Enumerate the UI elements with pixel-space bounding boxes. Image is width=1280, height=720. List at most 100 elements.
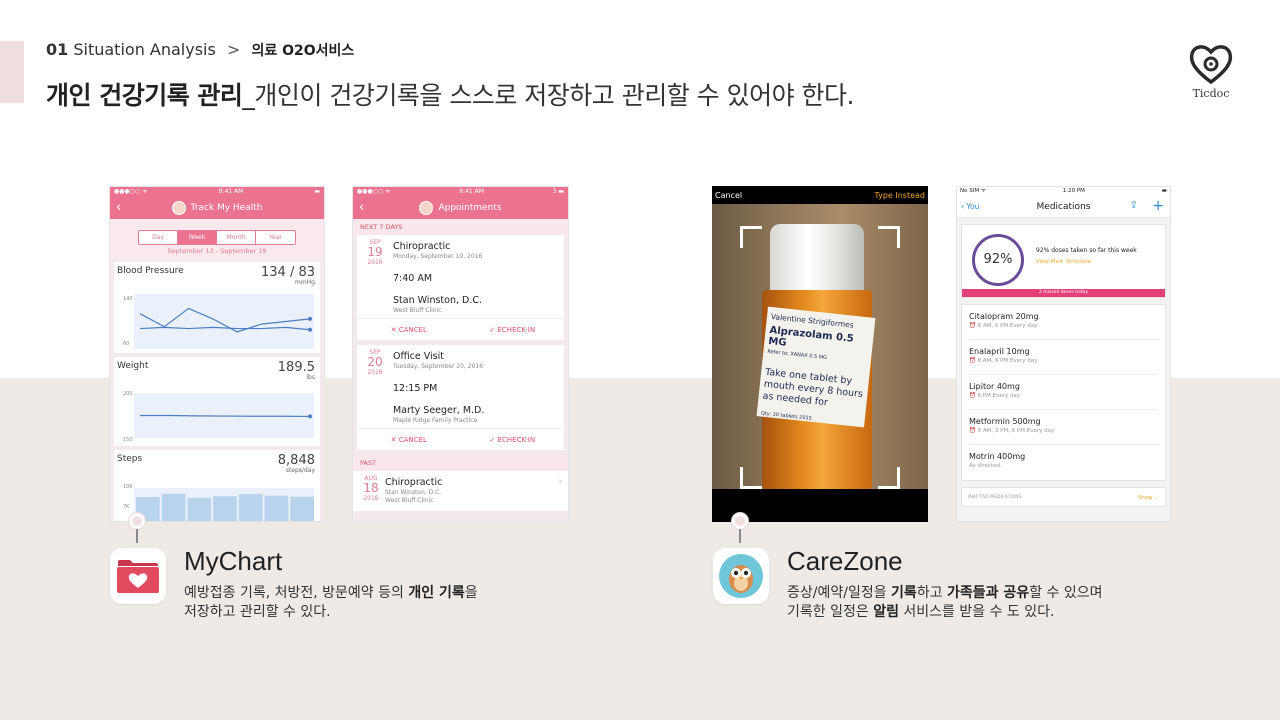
appointment-title: Office Visit — [393, 351, 444, 362]
nav-bar: ‹ You Medications ⇪ + — [957, 196, 1170, 218]
alarm-clock-icon: ⏰ — [969, 393, 978, 399]
date-day: 18 — [363, 481, 379, 495]
segment-day[interactable]: Day — [139, 231, 178, 244]
date-year: 2016 — [367, 369, 383, 376]
subsection-title: 의료 O2O서비스 — [251, 43, 355, 59]
steps-bar — [161, 493, 186, 521]
checkin-label: ECHECK-IN — [497, 326, 536, 334]
card-title: Steps — [117, 454, 143, 464]
cancel-button[interactable]: ✕ CANCEL — [357, 319, 461, 340]
date-year: 2016 — [363, 495, 379, 502]
card-title: Blood Pressure — [117, 266, 184, 276]
desc-text: 저장하고 관리할 수 있다. — [184, 604, 331, 620]
inactive-medications-row[interactable]: INACTIVE MEDICATIONS Show ⌄ — [961, 487, 1166, 507]
weight-card[interactable]: Weight 189.5 lbs 200 150 — [114, 357, 320, 446]
type-instead-button[interactable]: Type Instead — [874, 191, 925, 200]
share-icon[interactable]: ⇪ — [1130, 200, 1138, 211]
weight-line-endpoint — [308, 414, 312, 419]
desc-bold: 개인 기록 — [408, 585, 465, 601]
axis-label: 60 — [123, 341, 130, 347]
add-icon[interactable]: + — [1152, 198, 1164, 214]
back-chevron-icon[interactable]: ‹ — [359, 200, 364, 215]
carezone-app-description: 증상/예약/일정을 기록하고 가족들과 공유할 수 있으며 기록한 일정은 알림… — [787, 584, 1103, 622]
medication-list: Citalopram 20mg ⏰ 8 AM, 6 PM Every day E… — [961, 304, 1166, 481]
label-instructions: Take one tablet by mouth every 8 hours a… — [762, 366, 864, 409]
status-time: 9:41 AM — [218, 188, 244, 195]
weight-line — [140, 414, 311, 418]
back-chevron-icon[interactable]: ‹ — [116, 200, 121, 215]
medication-name: Citalopram 20mg — [969, 312, 1039, 321]
medication-schedule: 8 AM, 6 PM Every day — [977, 358, 1038, 364]
carezone-medications-screenshot: No SIM ᯤ 1:20 PM ▬ ‹ You Medications ⇪ +… — [956, 186, 1171, 522]
medication-item[interactable]: Lipitor 40mg ⏰ 6 PM Every day — [969, 375, 1158, 410]
mychart-app-description: 예방접종 기록, 처방전, 방문예약 등의 개인 기록을 저장하고 관리할 수 … — [184, 584, 478, 622]
medication-name: Enalapril 10mg — [969, 347, 1030, 356]
section-header-past: PAST — [353, 455, 568, 471]
appointment-location: Maple Ridge Family Practice — [393, 417, 478, 424]
echeckin-button[interactable]: ✓ ECHECK-IN — [461, 319, 565, 340]
steps-bar — [290, 496, 314, 521]
past-appointment-item[interactable]: AUG 18 2016 Chiropractic Stan Winston, D… — [353, 471, 568, 511]
schedule-link[interactable]: Schedule — [1066, 259, 1091, 265]
status-bar: No SIM ᯤ 1:20 PM ▬ — [957, 187, 1170, 196]
steps-bar — [238, 494, 263, 521]
appointment-item[interactable]: SEP 19 2016 Chiropractic Monday, Septemb… — [357, 235, 564, 341]
label-quantity: Qty: 30 tablets 2015 — [760, 410, 813, 422]
appointment-actions: ✕ CANCEL ✓ ECHECK-IN — [357, 318, 564, 340]
steps-bar-chart — [136, 493, 314, 521]
date-range: September 13 - September 19 — [110, 247, 324, 258]
appointment-doctor: Stan Winston, D.C. — [393, 295, 482, 306]
bp-line-chart — [139, 307, 312, 333]
segment-year[interactable]: Year — [256, 231, 295, 244]
connector-line — [739, 529, 741, 543]
dose-links: View Med Schedule — [1036, 259, 1091, 265]
medication-item[interactable]: Metformin 500mg ⏰ 8 AM, 3 PM, 6 PM Every… — [969, 410, 1158, 445]
breadcrumb: 01 Situation Analysis > 의료 O2O서비스 — [46, 40, 354, 60]
desc-text: 예방접종 기록, 처방전, 방문예약 등의 — [184, 585, 409, 601]
section-header-next: NEXT 7 DAYS — [353, 219, 568, 235]
carezone-app-icon — [713, 548, 769, 604]
appointment-title: Chiropractic — [393, 241, 451, 252]
medication-item[interactable]: Citalopram 20mg ⏰ 8 AM, 6 PM Every day — [969, 305, 1158, 340]
folder-heart-icon — [117, 560, 159, 593]
appointment-date: SEP 20 2016 — [365, 349, 385, 376]
appointment-doctor: Marty Seeger, M.D. — [393, 405, 485, 416]
checkin-icon: ✓ — [489, 436, 498, 444]
header-accent-bar — [0, 41, 24, 103]
bottle-body: Valentine Strigiformes Alprazolam 0.5 MG… — [756, 290, 876, 489]
medication-schedule: As directed. — [969, 463, 1002, 469]
show-label: Show — [1137, 495, 1153, 501]
status-time: 1:20 PM — [1062, 188, 1085, 194]
appointment-subtitle: Stan Winston, D.C. West Bluff Clinic — [385, 489, 441, 505]
medication-name: Motrin 400mg — [969, 452, 1026, 461]
appointment-location: West Bluff Clinic — [385, 497, 434, 504]
desc-text: 할 수 있으며 — [1029, 585, 1103, 601]
owl-icon — [719, 554, 763, 598]
cancel-button[interactable]: ✕ CANCEL — [357, 429, 461, 450]
date-day: 19 — [367, 245, 383, 259]
status-time: 9:41 AM — [459, 188, 484, 195]
echeckin-button[interactable]: ✓ ECHECK-IN — [461, 429, 565, 450]
medication-name: Lipitor 40mg — [969, 382, 1020, 391]
view-med-link[interactable]: View Med — [1036, 259, 1062, 265]
steps-card[interactable]: Steps 8,848 steps/day 10K 7K — [114, 450, 320, 521]
medication-schedule: 8 AM, 3 PM, 6 PM Every day — [977, 428, 1055, 434]
axis-label: 7K — [123, 504, 130, 510]
medication-item[interactable]: Enalapril 10mg ⏰ 8 AM, 6 PM Every day — [969, 340, 1158, 375]
medication-item[interactable]: Motrin 400mg As directed. — [969, 445, 1158, 480]
alarm-clock-icon: ⏰ — [969, 323, 978, 329]
blood-pressure-card[interactable]: Blood Pressure 134 / 83 mmHg 140 60 — [114, 262, 320, 353]
nav-bar: ‹ Appointments — [353, 197, 568, 219]
segment-week[interactable]: Week — [178, 231, 217, 244]
connector-dot — [732, 513, 748, 529]
period-segmented-control: Day Week Month Year — [138, 230, 296, 245]
show-toggle[interactable]: Show ⌄ — [1138, 488, 1159, 508]
camera-cancel-button[interactable]: Cancel — [715, 191, 742, 200]
back-button[interactable]: ‹ You — [961, 202, 979, 211]
status-carrier: No SIM ᯤ — [960, 188, 986, 194]
medication-schedule: 8 AM, 6 PM Every day — [977, 323, 1038, 329]
segment-month[interactable]: Month — [217, 231, 256, 244]
close-icon: ✕ — [390, 326, 399, 334]
status-signal: ●●●○○ ᯤ — [357, 188, 391, 195]
appointment-item[interactable]: SEP 20 2016 Office Visit Tuesday, Septem… — [357, 345, 564, 451]
